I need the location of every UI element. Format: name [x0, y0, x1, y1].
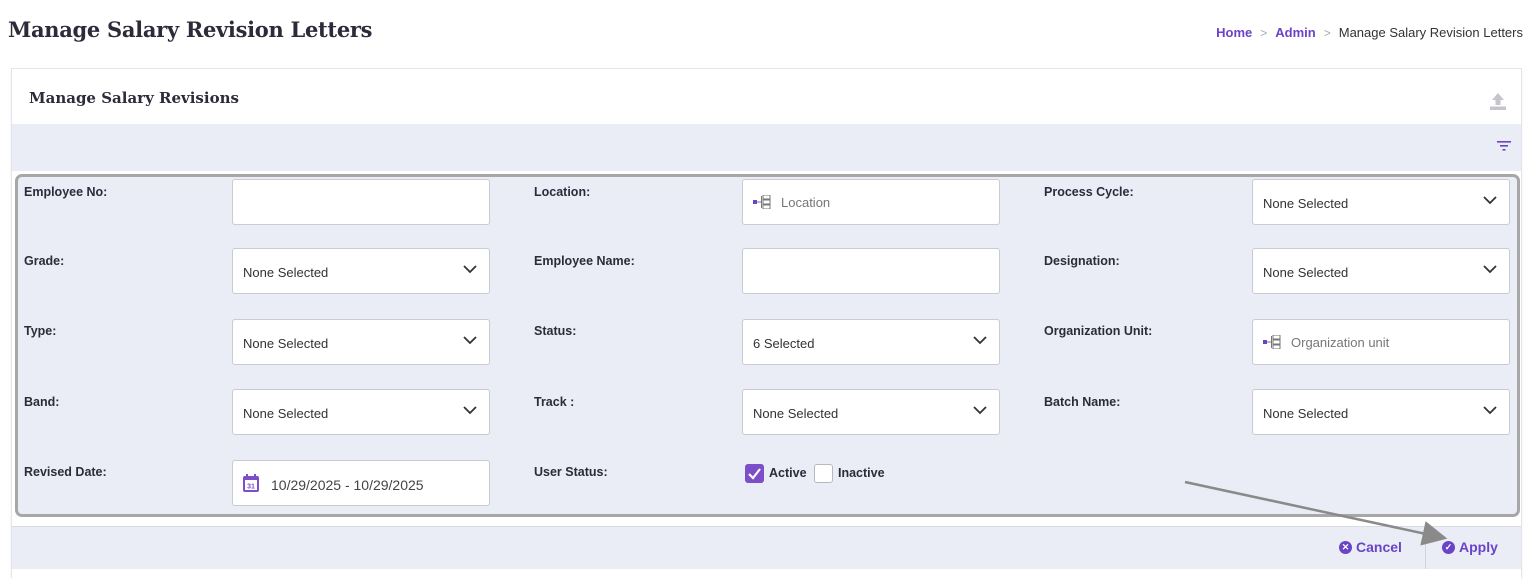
employee-name-label: Employee Name: — [534, 254, 635, 268]
filter-icon[interactable] — [1497, 140, 1511, 152]
svg-text:31: 31 — [247, 484, 255, 491]
organization-unit-input[interactable]: Organization unit — [1252, 319, 1510, 365]
revised-date-label: Revised Date: — [24, 465, 107, 479]
employee-name-input[interactable] — [742, 248, 1000, 294]
employee-no-label: Employee No: — [24, 185, 108, 199]
track-select[interactable]: None Selected — [742, 389, 1000, 435]
type-label: Type: — [24, 324, 57, 338]
chevron-down-icon — [463, 336, 477, 345]
check-icon — [748, 468, 761, 480]
status-value: 6 Selected — [753, 336, 815, 351]
chevron-down-icon — [1483, 406, 1497, 415]
grade-label: Grade: — [24, 254, 65, 268]
salary-revisions-card: Manage Salary Revisions Employee No: Loc… — [11, 68, 1522, 579]
chevron-down-icon — [463, 265, 477, 274]
breadcrumb-current: Manage Salary Revision Letters — [1338, 25, 1523, 40]
status-label: Status: — [534, 324, 577, 338]
user-status-label: User Status: — [534, 465, 608, 479]
inactive-checkbox-label[interactable]: Inactive — [838, 466, 885, 480]
chevron-down-icon — [463, 406, 477, 415]
breadcrumb-home[interactable]: Home — [1216, 25, 1252, 40]
apply-button-label: Apply — [1459, 539, 1498, 555]
chevron-down-icon — [973, 406, 987, 415]
chevron-down-icon — [973, 336, 987, 345]
revised-date-picker[interactable]: 31 10/29/2025 - 10/29/2025 — [232, 460, 490, 506]
breadcrumb-separator-icon: > — [1260, 25, 1268, 40]
calendar-icon: 31 — [243, 474, 259, 492]
cancel-button[interactable]: ✕ Cancel — [1339, 539, 1402, 555]
org-tree-icon — [1263, 335, 1281, 349]
apply-button[interactable]: ✓ Apply — [1442, 539, 1498, 555]
divider — [1425, 527, 1426, 570]
inactive-checkbox[interactable] — [814, 464, 833, 483]
type-select[interactable]: None Selected — [232, 319, 490, 365]
breadcrumb-separator-icon: > — [1323, 25, 1331, 40]
filter-form-panel: Employee No: Location: Location Process … — [15, 174, 1520, 517]
filter-bar — [12, 124, 1521, 171]
designation-select[interactable]: None Selected — [1252, 248, 1510, 294]
designation-label: Designation: — [1044, 254, 1120, 268]
page-header: Manage Salary Revision Letters Home > Ad… — [0, 0, 1531, 62]
organization-unit-placeholder: Organization unit — [1291, 335, 1390, 350]
breadcrumb: Home > Admin > Manage Salary Revision Le… — [1216, 25, 1523, 40]
batch-name-select[interactable]: None Selected — [1252, 389, 1510, 435]
type-value: None Selected — [243, 336, 329, 351]
check-circle-icon: ✓ — [1442, 540, 1455, 554]
track-value: None Selected — [753, 406, 839, 421]
designation-value: None Selected — [1263, 265, 1349, 280]
chevron-down-icon — [1483, 265, 1497, 274]
band-value: None Selected — [243, 406, 329, 421]
form-actions-bar: ✕ Cancel ✓ Apply — [12, 526, 1521, 570]
batch-name-label: Batch Name: — [1044, 395, 1121, 409]
employee-no-input[interactable] — [232, 179, 490, 225]
org-tree-icon — [753, 195, 771, 209]
process-cycle-label: Process Cycle: — [1044, 185, 1134, 199]
band-select[interactable]: None Selected — [232, 389, 490, 435]
upload-icon[interactable] — [1489, 91, 1507, 111]
location-label: Location: — [534, 185, 591, 199]
active-checkbox-label[interactable]: Active — [769, 466, 807, 480]
card-header: Manage Salary Revisions — [12, 69, 1521, 124]
location-placeholder: Location — [781, 195, 831, 210]
card-title: Manage Salary Revisions — [29, 89, 239, 107]
cancel-button-label: Cancel — [1356, 539, 1402, 555]
track-label: Track : — [534, 395, 575, 409]
grade-value: None Selected — [243, 265, 329, 280]
batch-name-value: None Selected — [1263, 406, 1349, 421]
band-label: Band: — [24, 395, 60, 409]
cancel-circle-icon: ✕ — [1339, 540, 1352, 554]
page-title: Manage Salary Revision Letters — [8, 17, 373, 42]
organization-unit-label: Organization Unit: — [1044, 324, 1153, 338]
breadcrumb-admin[interactable]: Admin — [1275, 25, 1315, 40]
location-input[interactable]: Location — [742, 179, 1000, 225]
revised-date-value: 10/29/2025 - 10/29/2025 — [271, 477, 424, 493]
process-cycle-select[interactable]: None Selected — [1252, 179, 1510, 225]
active-checkbox[interactable] — [745, 464, 764, 483]
process-cycle-value: None Selected — [1263, 196, 1349, 211]
grade-select[interactable]: None Selected — [232, 248, 490, 294]
chevron-down-icon — [1483, 196, 1497, 205]
status-select[interactable]: 6 Selected — [742, 319, 1000, 365]
